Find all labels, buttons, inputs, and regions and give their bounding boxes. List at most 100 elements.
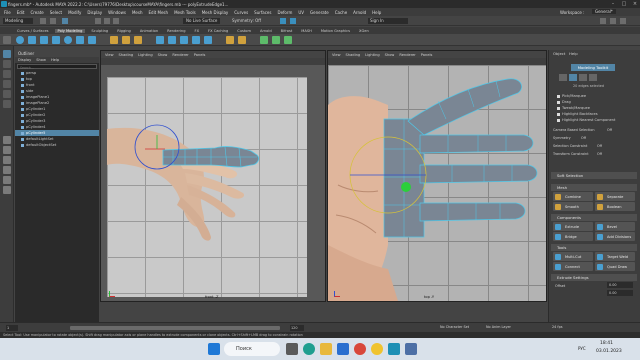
sign-in-button[interactable]: Sign In <box>368 18 408 24</box>
tab-motion-graphics[interactable]: Motion Graphics <box>318 29 353 33</box>
render-icon[interactable] <box>280 18 286 24</box>
menu-edit[interactable]: Edit <box>17 10 25 15</box>
mtk-tools-section[interactable]: Tools <box>551 244 637 251</box>
tab-fx-caching[interactable]: FX Caching <box>205 29 231 33</box>
tab-bifrost[interactable]: Bifrost <box>278 29 296 33</box>
connect-button[interactable]: Connect <box>553 262 593 271</box>
poly-cube-icon[interactable] <box>28 36 36 44</box>
outliner-menu-display[interactable]: Display <box>18 58 31 62</box>
task-view-icon[interactable] <box>286 343 298 355</box>
mtk-edge-mode-icon[interactable] <box>569 74 577 81</box>
front-canvas[interactable] <box>107 77 307 297</box>
range-end-field[interactable]: 120 <box>290 325 304 331</box>
anim-layer-field[interactable]: No Anim Layer <box>486 325 511 329</box>
combine-icon[interactable] <box>110 36 118 44</box>
two-view-icon[interactable] <box>3 156 11 164</box>
graph-layout-icon[interactable] <box>3 176 11 184</box>
vp1-menu-view[interactable]: View <box>105 53 114 57</box>
separate-button[interactable]: Separate <box>595 192 635 201</box>
menu-curves[interactable]: Curves <box>234 10 248 15</box>
uv-editor-icon[interactable] <box>260 36 268 44</box>
vp1-menu-lighting[interactable]: Lighting <box>138 53 153 57</box>
menu-mesh-display[interactable]: Mesh Display <box>202 10 229 15</box>
offset-field-1[interactable]: 0.00 <box>607 282 633 288</box>
mtk-tab-help[interactable]: Help <box>569 51 578 56</box>
chrome-icon[interactable] <box>354 343 366 355</box>
live-surface-field[interactable]: No Live Surface <box>183 18 221 24</box>
edge-icon[interactable] <box>303 343 315 355</box>
merge-icon[interactable] <box>226 36 234 44</box>
poly-torus-icon[interactable] <box>64 36 72 44</box>
menu-file[interactable]: File <box>4 10 11 15</box>
explorer-icon[interactable] <box>320 343 332 355</box>
multi-cut-button[interactable]: Multi-Cut <box>553 252 593 261</box>
store-icon[interactable] <box>337 343 349 355</box>
mtk-components-section[interactable]: Components <box>551 214 637 221</box>
menu-surfaces[interactable]: Surfaces <box>254 10 271 15</box>
top-canvas[interactable] <box>328 65 546 301</box>
mtk-check-backfaces[interactable]: Highlight Backfaces <box>557 112 598 116</box>
workspace-dropdown[interactable]: General* <box>592 9 616 14</box>
menu-help[interactable]: Help <box>372 10 381 15</box>
select-tool-icon[interactable] <box>3 50 11 58</box>
bevel-button[interactable]: Bevel <box>595 222 635 231</box>
mtk-check-tweak[interactable]: Tweak/Marquee <box>557 106 590 110</box>
paint-select-icon[interactable] <box>3 70 11 78</box>
start-icon[interactable] <box>208 343 220 355</box>
vp2-menu-show[interactable]: Show <box>385 53 395 57</box>
menu-select[interactable]: Select <box>50 10 62 15</box>
mode-dropdown[interactable]: Modeling <box>3 18 33 24</box>
range-slider[interactable] <box>70 326 280 330</box>
mtk-uv-mode-icon[interactable] <box>589 74 597 81</box>
mtk-check-drag[interactable]: Drag <box>557 100 571 104</box>
combine-button[interactable]: Combine <box>553 192 593 201</box>
separate-icon[interactable] <box>122 36 130 44</box>
maximize-icon[interactable]: □ <box>619 1 629 7</box>
menu-cache[interactable]: Cache <box>335 10 347 15</box>
menu-mesh[interactable]: Mesh <box>132 10 143 15</box>
tab-custom[interactable]: Custom <box>234 29 254 33</box>
scale-tool-icon[interactable] <box>3 100 11 108</box>
layout-icon[interactable] <box>600 18 606 24</box>
range-start-field[interactable]: 1 <box>6 325 18 331</box>
add-divisions-button[interactable]: Add Divisions <box>595 232 635 241</box>
menu-generate[interactable]: Generate <box>310 10 329 15</box>
mtk-transform-constraint-value[interactable]: Off <box>597 152 602 156</box>
target-weld-icon[interactable] <box>204 36 212 44</box>
photos-icon[interactable] <box>405 343 417 355</box>
symmetry-field[interactable]: Symmetry: Off <box>232 18 261 24</box>
poly-plane-icon[interactable] <box>76 36 84 44</box>
tab-curves-surfaces[interactable]: Curves / Surfaces <box>14 29 52 33</box>
maya-taskbar-icon[interactable] <box>388 343 400 355</box>
taskbar-search-input[interactable]: Поиск <box>224 342 280 356</box>
planar-map-icon[interactable] <box>272 36 280 44</box>
move-tool-icon[interactable] <box>3 80 11 88</box>
multicut-icon[interactable] <box>192 36 200 44</box>
mtk-face-mode-icon[interactable] <box>579 74 587 81</box>
undo-icon[interactable] <box>50 18 56 24</box>
vp1-menu-panels[interactable]: Panels <box>194 53 206 57</box>
target-weld-button[interactable]: Target Weld <box>595 252 635 261</box>
mtk-check-nearest[interactable]: Highlight Nearest Component <box>557 118 615 122</box>
vp2-menu-panels[interactable]: Panels <box>421 53 433 57</box>
menu-edit-mesh[interactable]: Edit Mesh <box>149 10 169 15</box>
close-icon[interactable]: × <box>630 1 640 7</box>
tab-animation[interactable]: Animation <box>137 29 161 33</box>
automatic-map-icon[interactable] <box>284 36 292 44</box>
poly-sphere-icon[interactable] <box>16 36 24 44</box>
hypershade-layout-icon[interactable] <box>3 186 11 194</box>
vp2-menu-lighting[interactable]: Lighting <box>365 53 380 57</box>
mtk-extrude-settings-section[interactable]: Extrude Settings <box>551 274 637 281</box>
outliner-search-input[interactable]: Search... <box>17 64 97 70</box>
mtk-mesh-section[interactable]: Mesh <box>551 184 637 191</box>
menu-create[interactable]: Create <box>30 10 43 15</box>
tray-date[interactable]: 03.01.2023 <box>596 349 622 354</box>
mtk-vertex-mode-icon[interactable] <box>559 74 567 81</box>
poly-cone-icon[interactable] <box>52 36 60 44</box>
outliner-menu-show[interactable]: Show <box>36 58 46 62</box>
outliner-menu-help[interactable]: Help <box>51 58 59 62</box>
mtk-selection-constraint-value[interactable]: Off <box>597 144 602 148</box>
ipr-icon[interactable] <box>290 18 296 24</box>
tab-poly-modeling[interactable]: Poly Modeling <box>54 28 86 33</box>
quad-draw-button[interactable]: Quad Draw <box>595 262 635 271</box>
